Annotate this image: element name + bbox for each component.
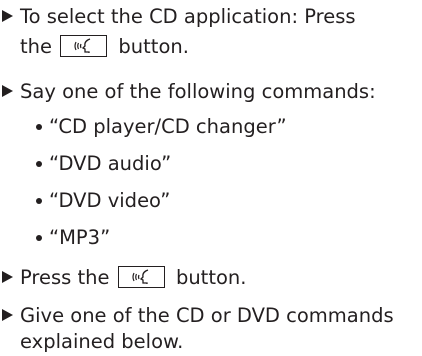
bullet-icon [36, 235, 42, 241]
list-item: “DVD video” [0, 188, 420, 213]
bullet-icon [36, 124, 42, 130]
step-text-line2: the button. [20, 34, 189, 58]
step-arrow-icon [2, 85, 13, 97]
step-arrow-icon [2, 309, 13, 321]
voice-control-icon [132, 268, 148, 284]
list-item: “MP3” [0, 225, 420, 250]
voice-control-button [117, 265, 165, 288]
list-item: “DVD audio” [0, 151, 420, 176]
step-press-button: Press the button. [0, 265, 420, 291]
step-give-command: Give one of the CD or DVD commands expla… [0, 303, 420, 356]
list-item: “CD player/CD changer” [0, 114, 420, 139]
step-text: Give one of the CD or DVD commands [20, 304, 394, 327]
step-arrow-icon [2, 271, 13, 283]
bullet-icon [36, 161, 42, 167]
step-text: To select the CD application: Press [20, 5, 356, 28]
command-list: “CD player/CD changer” “DVD audio” “DVD … [0, 114, 420, 264]
step-arrow-icon [2, 10, 13, 22]
voice-control-icon [74, 37, 91, 53]
step-text: Say one of the following commands: [20, 80, 376, 103]
voice-control-button [60, 34, 108, 57]
bullet-icon [36, 198, 42, 204]
step-select-cd-application: To select the CD application: Press the … [0, 4, 420, 60]
step-say-command: Say one of the following commands: [0, 79, 420, 104]
step-text-line2: explained below. [20, 330, 184, 353]
